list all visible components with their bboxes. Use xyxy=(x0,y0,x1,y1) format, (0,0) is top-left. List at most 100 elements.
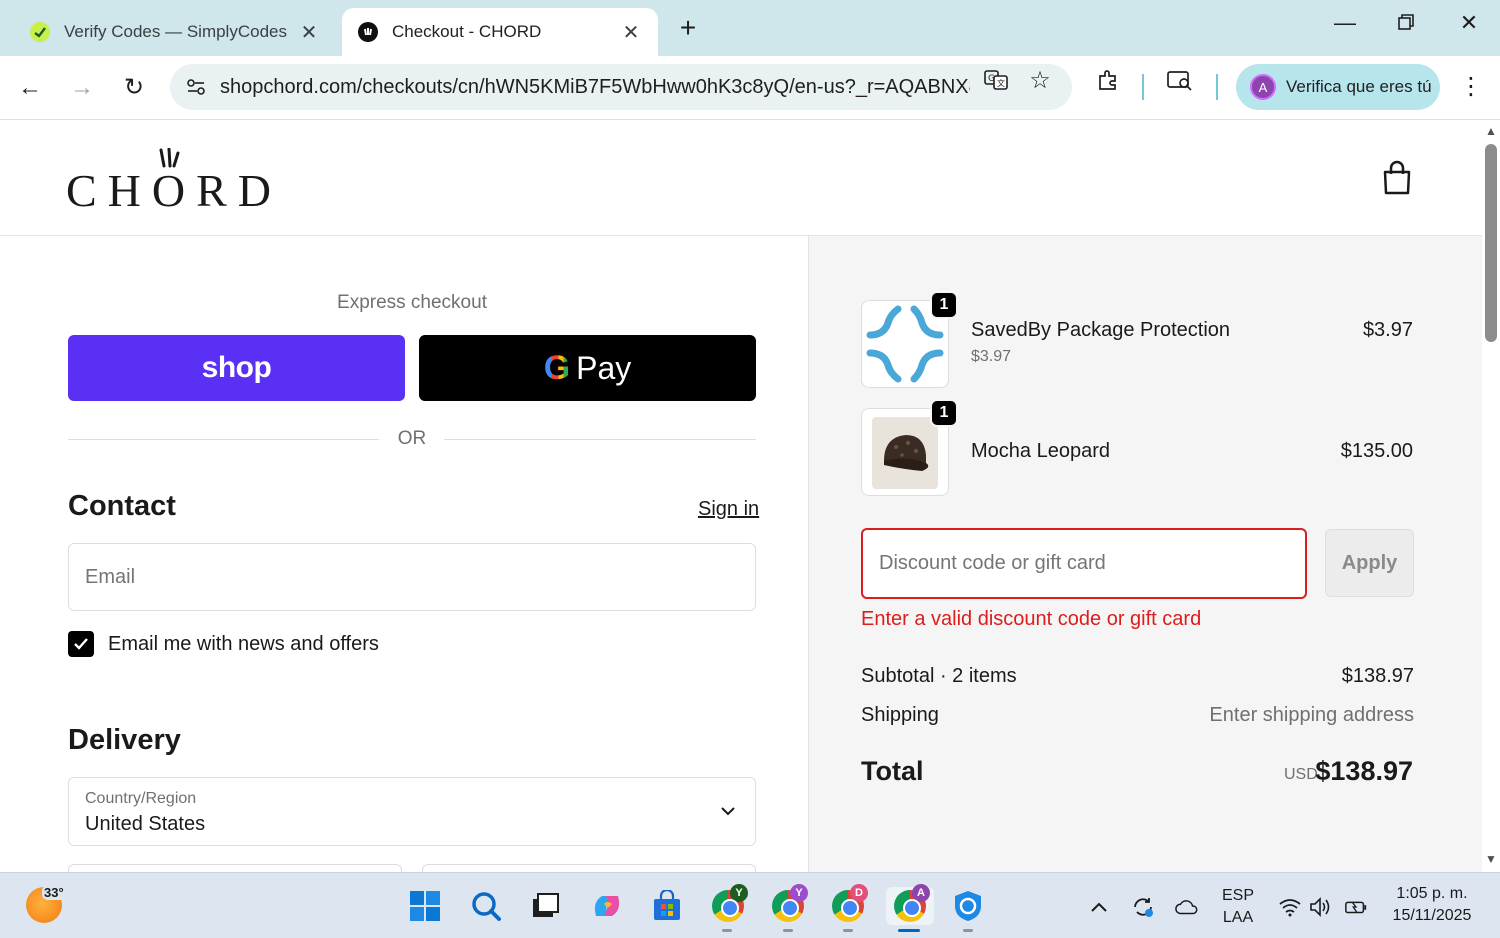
site-header: CHORD xyxy=(0,120,1482,236)
shop-pay-button[interactable]: shop xyxy=(68,335,405,401)
email-field[interactable] xyxy=(68,543,756,611)
forward-icon[interactable]: → xyxy=(64,70,100,106)
close-tab-icon[interactable]: ✕ xyxy=(298,20,320,45)
reload-icon[interactable]: ↻ xyxy=(116,70,152,106)
chrome-profile-y-icon[interactable]: Y xyxy=(709,884,748,925)
shipping-row: Shipping Enter shipping address xyxy=(861,704,1414,727)
microsoft-store-icon[interactable] xyxy=(648,887,686,925)
profile-label: Verifica que eres tú xyxy=(1286,77,1432,96)
toolbar-separator xyxy=(1216,74,1218,100)
translate-icon[interactable]: G文 xyxy=(982,66,1010,94)
checkout-form: Express checkout shop G Pay OR Contact S… xyxy=(0,236,808,872)
total-label: Total xyxy=(861,756,924,786)
close-tab-icon[interactable]: ✕ xyxy=(620,20,642,45)
page-scrollbar[interactable]: ▲ ▼ xyxy=(1482,120,1500,872)
shipping-value: Enter shipping address xyxy=(1209,704,1414,726)
site-info-icon[interactable] xyxy=(182,73,210,101)
google-g-icon: G xyxy=(543,348,571,387)
profile-badge: Y xyxy=(730,884,748,902)
google-pay-button[interactable]: G Pay xyxy=(419,335,756,401)
svg-text:文: 文 xyxy=(997,78,1005,88)
discount-code-field[interactable] xyxy=(861,528,1307,599)
country-select[interactable]: Country/Region United States xyxy=(68,777,756,846)
first-name-field[interactable] xyxy=(68,864,402,872)
back-icon[interactable]: ← xyxy=(12,70,48,106)
product-thumbnail: 1 xyxy=(861,399,958,496)
profile-badge: Y xyxy=(790,884,808,902)
chevron-up-icon[interactable] xyxy=(1087,895,1111,919)
close-window-icon[interactable]: ✕ xyxy=(1449,10,1489,36)
restore-window-icon[interactable] xyxy=(1386,10,1426,36)
chrome-profile-a-icon[interactable]: A xyxy=(886,884,934,925)
item-price: $135.00 xyxy=(1340,440,1413,462)
chrome-icon: Y xyxy=(772,884,808,922)
sync-icon[interactable] xyxy=(1131,895,1155,919)
scroll-up-arrow-icon[interactable]: ▲ xyxy=(1485,124,1497,138)
scroll-thumb[interactable] xyxy=(1485,144,1497,342)
checkout-page: CHORD Express checkout shop G Pay OR Con… xyxy=(0,120,1482,872)
scroll-down-arrow-icon[interactable]: ▼ xyxy=(1485,852,1497,866)
new-tab-icon[interactable]: + xyxy=(674,12,702,44)
product-thumbnail: 1 xyxy=(861,291,958,388)
svg-text:G: G xyxy=(988,74,995,84)
shipping-label: Shipping xyxy=(861,704,939,726)
running-indicator xyxy=(722,929,732,932)
profile-badge: D xyxy=(850,884,868,902)
volume-icon[interactable] xyxy=(1308,895,1332,919)
tab-simplycodes[interactable]: Verify Codes — SimplyCodes ✕ xyxy=(14,8,336,56)
tab-title: Checkout - CHORD xyxy=(392,22,542,41)
battery-icon[interactable] xyxy=(1344,895,1368,919)
simplycodes-favicon-icon xyxy=(30,22,50,42)
task-view-icon[interactable] xyxy=(526,887,564,925)
copilot-icon[interactable] xyxy=(588,887,626,925)
bookmark-star-icon[interactable]: ☆ xyxy=(1026,66,1054,94)
chrome-icon: Y xyxy=(712,884,748,922)
search-icon[interactable] xyxy=(467,887,505,925)
news-offers-label[interactable]: Email me with news and offers xyxy=(108,633,379,656)
country-label: Country/Region xyxy=(85,790,197,807)
apply-discount-button[interactable]: Apply xyxy=(1325,529,1414,597)
subtotal-value: $138.97 xyxy=(1341,665,1414,687)
minimize-window-icon[interactable]: — xyxy=(1325,10,1365,36)
extensions-icon[interactable] xyxy=(1094,66,1122,94)
tab-search-icon[interactable] xyxy=(1166,66,1194,94)
address-bar[interactable]: shopchord.com/checkouts/cn/hWN5KMiB7F5Wb… xyxy=(170,64,1072,110)
subtotal-label: Subtotal · 2 items xyxy=(861,665,1017,687)
clock-time[interactable]: 1:05 p. m. xyxy=(1384,885,1480,903)
news-offers-checkbox[interactable] xyxy=(68,631,94,657)
running-indicator xyxy=(783,929,793,932)
input-language-top[interactable]: ESP xyxy=(1216,887,1260,905)
chrome-icon: A xyxy=(894,884,930,922)
clock-date[interactable]: 15/11/2025 xyxy=(1384,907,1480,925)
chrome-profile-d-icon[interactable]: D xyxy=(829,884,868,925)
total-value: $138.97 xyxy=(1315,756,1413,786)
windows-start-icon[interactable] xyxy=(406,887,444,925)
chevron-down-icon xyxy=(721,807,735,816)
discount-error-message: Enter a valid discount code or gift card xyxy=(861,608,1202,630)
chrome-profile-y2-icon[interactable]: Y xyxy=(769,884,808,925)
chord-logo[interactable]: CHORD xyxy=(66,164,282,217)
onedrive-cloud-icon[interactable] xyxy=(1175,895,1199,919)
chrome-icon: D xyxy=(832,884,868,922)
sign-in-link[interactable]: Sign in xyxy=(698,498,759,521)
line-item: 1 Mocha Leopard $135.00 xyxy=(861,399,1413,496)
shopping-bag-icon[interactable] xyxy=(1380,160,1414,196)
browser-menu-icon[interactable]: ⋮ xyxy=(1456,72,1486,101)
last-name-field[interactable] xyxy=(422,864,756,872)
quantity-badge: 1 xyxy=(930,399,958,427)
security-shield-icon[interactable] xyxy=(949,887,987,925)
wifi-icon[interactable] xyxy=(1278,895,1302,919)
express-checkout-label: Express checkout xyxy=(337,292,487,313)
input-language-bottom[interactable]: LAA xyxy=(1216,909,1260,927)
tab-checkout-chord[interactable]: Checkout - CHORD ✕ xyxy=(342,8,658,56)
url-text[interactable]: shopchord.com/checkouts/cn/hWN5KMiB7F5Wb… xyxy=(220,76,970,99)
profile-button[interactable]: A Verifica que eres tú xyxy=(1236,64,1440,110)
item-name: SavedBy Package Protection xyxy=(971,319,1231,341)
country-value: United States xyxy=(85,813,206,835)
delivery-heading: Delivery xyxy=(68,724,181,756)
browser-toolbar: ← → ↻ shopchord.com/checkouts/cn/hWN5KMi… xyxy=(0,56,1500,120)
total-currency: USD xyxy=(1284,766,1318,783)
toolbar-separator xyxy=(1142,74,1144,100)
subtotal-row: Subtotal · 2 items $138.97 xyxy=(861,665,1414,688)
line-item: 1 SavedBy Package Protection $3.97 $3.97 xyxy=(861,291,1413,388)
